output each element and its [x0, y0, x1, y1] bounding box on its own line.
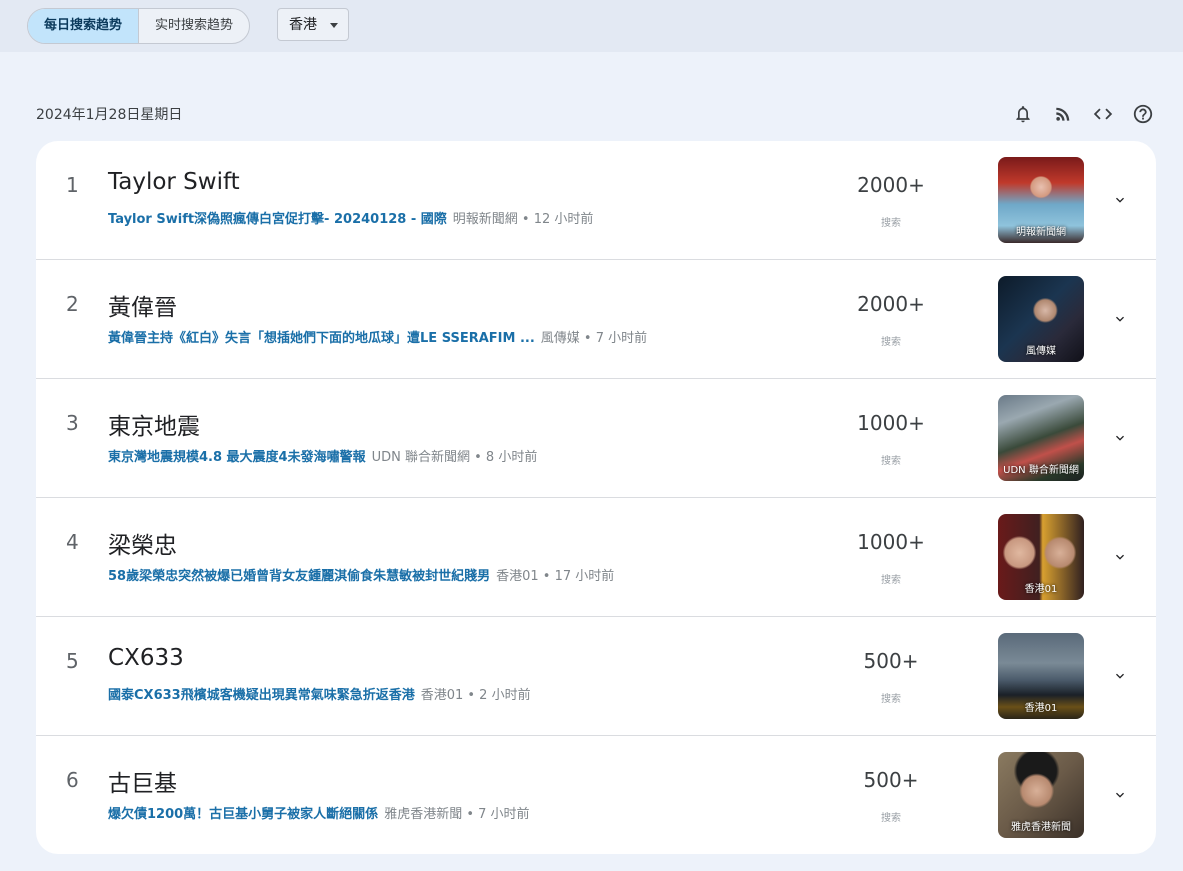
trend-title[interactable]: 東京地震	[108, 407, 200, 441]
search-count-label: 搜索	[881, 337, 901, 348]
search-count-label: 搜索	[881, 575, 901, 586]
trend-rank: 3	[66, 411, 79, 435]
trends-list: 1 Taylor Swift Taylor Swift深偽照瘋傳白宮促打擊- 2…	[36, 141, 1156, 854]
rss-icon[interactable]	[1051, 102, 1075, 126]
article-thumbnail[interactable]: 香港01	[998, 514, 1084, 600]
article-thumbnail[interactable]: 風傳媒	[998, 276, 1084, 362]
thumbnail-source: UDN 聯合新聞網	[1003, 465, 1079, 476]
trend-article: 國泰CX633飛檳城客機疑出現異常氣味緊急折返香港 香港01 • 2 小时前	[108, 684, 531, 703]
article-meta: UDN 聯合新聞網 • 8 小时前	[371, 450, 538, 465]
search-count: 2000+	[857, 292, 925, 316]
search-count-label: 搜索	[881, 218, 901, 229]
article-link[interactable]: 國泰CX633飛檳城客機疑出現異常氣味緊急折返香港	[108, 688, 415, 703]
trend-article: 東京灣地震規模4.8 最大震度4未發海嘯警報 UDN 聯合新聞網 • 8 小时前	[108, 446, 537, 465]
chevron-down-icon[interactable]	[1108, 307, 1132, 331]
article-meta: 香港01 • 2 小时前	[420, 688, 531, 703]
article-link[interactable]: 58歲梁榮忠突然被爆已婚曾背女友鍾麗淇偷食朱慧敏被封世紀賤男	[108, 569, 490, 584]
trend-title[interactable]: 古巨基	[108, 764, 177, 798]
search-count: 500+	[863, 768, 919, 792]
article-link[interactable]: Taylor Swift深偽照瘋傳白宮促打擊- 20240128 - 國際	[108, 212, 447, 227]
chevron-down-icon[interactable]	[1108, 188, 1132, 212]
trend-article: 黃偉晉主持《紅白》失言「想插她們下面的地瓜球」遭LE SSERAFIM ... 風…	[108, 327, 647, 346]
tab-daily-trends[interactable]: 每日搜索趋势	[28, 9, 140, 43]
trend-title[interactable]: Taylor Swift	[108, 169, 240, 195]
trend-rank: 2	[66, 292, 79, 316]
article-meta: 雅虎香港新聞 • 7 小时前	[384, 807, 530, 822]
search-count-label: 搜索	[881, 694, 901, 705]
tab-realtime-trends[interactable]: 实时搜索趋势	[139, 9, 249, 43]
chevron-down-icon[interactable]	[1108, 426, 1132, 450]
search-count: 500+	[863, 649, 919, 673]
chevron-down-icon[interactable]	[1108, 545, 1132, 569]
header-actions	[1011, 102, 1155, 126]
article-link[interactable]: 東京灣地震規模4.8 最大震度4未發海嘯警報	[108, 450, 366, 465]
region-select[interactable]: 香港	[277, 8, 349, 41]
search-count: 1000+	[857, 530, 925, 554]
trend-row[interactable]: 1 Taylor Swift Taylor Swift深偽照瘋傳白宮促打擊- 2…	[36, 141, 1156, 260]
help-icon[interactable]	[1131, 102, 1155, 126]
article-thumbnail[interactable]: 明報新聞網	[998, 157, 1084, 243]
chevron-down-icon[interactable]	[1108, 664, 1132, 688]
article-meta: 香港01 • 17 小时前	[496, 569, 615, 584]
article-thumbnail[interactable]: 香港01	[998, 633, 1084, 719]
article-thumbnail[interactable]: UDN 聯合新聞網	[998, 395, 1084, 481]
article-meta: 風傳媒 • 7 小时前	[540, 331, 648, 346]
article-thumbnail[interactable]: 雅虎香港新聞	[998, 752, 1084, 838]
trend-article: Taylor Swift深偽照瘋傳白宮促打擊- 20240128 - 國際 明報新…	[108, 208, 593, 227]
top-toolbar: 每日搜索趋势 实时搜索趋势 香港	[0, 0, 1183, 52]
search-count-label: 搜索	[881, 456, 901, 467]
trend-row[interactable]: 4 梁榮忠 58歲梁榮忠突然被爆已婚曾背女友鍾麗淇偷食朱慧敏被封世紀賤男 香港01…	[36, 498, 1156, 617]
article-meta: 明報新聞網 • 12 小时前	[452, 212, 594, 227]
trend-article: 爆欠債1200萬！古巨基小舅子被家人斷絕關係 雅虎香港新聞 • 7 小时前	[108, 803, 530, 822]
trend-rank: 4	[66, 530, 79, 554]
thumbnail-source: 雅虎香港新聞	[1011, 822, 1071, 833]
trend-rank: 5	[66, 649, 79, 673]
article-link[interactable]: 爆欠債1200萬！古巨基小舅子被家人斷絕關係	[108, 807, 378, 822]
trend-title[interactable]: CX633	[108, 645, 184, 671]
code-icon[interactable]	[1091, 102, 1115, 126]
trend-row[interactable]: 6 古巨基 爆欠債1200萬！古巨基小舅子被家人斷絕關係 雅虎香港新聞 • 7 小…	[36, 736, 1156, 854]
thumbnail-source: 香港01	[1024, 584, 1058, 595]
chevron-down-icon[interactable]	[1108, 783, 1132, 807]
region-select-value: 香港	[289, 17, 317, 33]
search-count-label: 搜索	[881, 813, 901, 824]
trend-row[interactable]: 2 黃偉晉 黃偉晉主持《紅白》失言「想插她們下面的地瓜球」遭LE SSERAFI…	[36, 260, 1156, 379]
thumbnail-source: 香港01	[1024, 703, 1058, 714]
search-count: 1000+	[857, 411, 925, 435]
thumbnail-source: 明報新聞網	[1016, 227, 1066, 238]
caret-down-icon	[330, 23, 338, 28]
trend-title[interactable]: 梁榮忠	[108, 526, 177, 560]
trend-row[interactable]: 3 東京地震 東京灣地震規模4.8 最大震度4未發海嘯警報 UDN 聯合新聞網 •…	[36, 379, 1156, 498]
trend-rank: 6	[66, 768, 79, 792]
trend-title[interactable]: 黃偉晉	[108, 288, 177, 322]
trend-type-toggle: 每日搜索趋势 实时搜索趋势	[27, 8, 251, 44]
trend-row[interactable]: 5 CX633 國泰CX633飛檳城客機疑出現異常氣味緊急折返香港 香港01 • …	[36, 617, 1156, 736]
trend-article: 58歲梁榮忠突然被爆已婚曾背女友鍾麗淇偷食朱慧敏被封世紀賤男 香港01 • 17 …	[108, 565, 614, 584]
bell-icon[interactable]	[1011, 102, 1035, 126]
date-heading: 2024年1月28日星期日	[36, 107, 183, 123]
thumbnail-source: 風傳媒	[1026, 346, 1056, 357]
trend-rank: 1	[66, 173, 79, 197]
search-count: 2000+	[857, 173, 925, 197]
article-link[interactable]: 黃偉晉主持《紅白》失言「想插她們下面的地瓜球」遭LE SSERAFIM ...	[108, 331, 535, 346]
